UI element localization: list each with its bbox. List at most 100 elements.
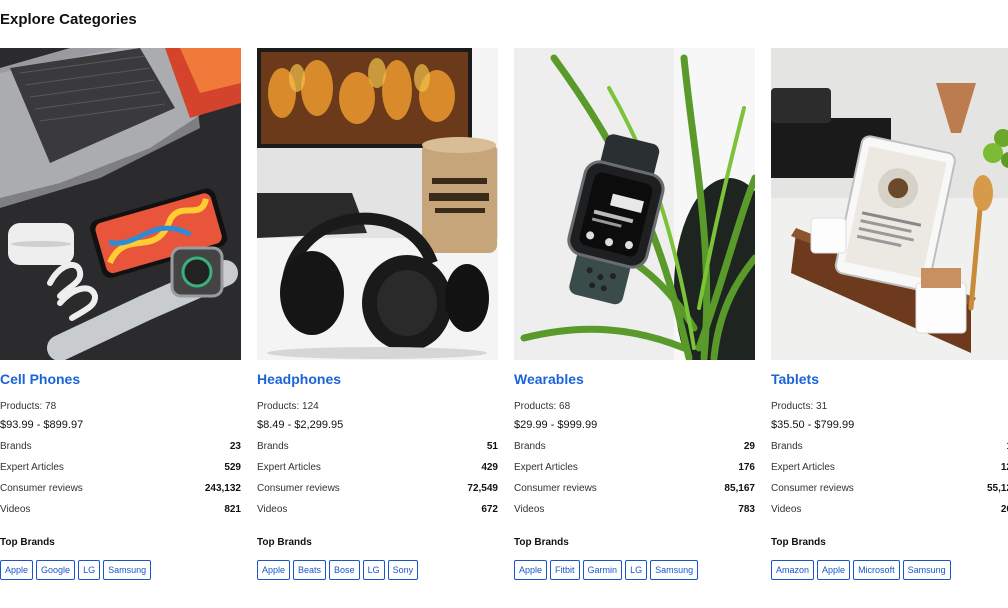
stat-value: 26 [1000, 504, 1008, 515]
stat-row-consumer-reviews: Consumer reviews 243,132 [0, 483, 241, 497]
category-card-headphones: Headphones Products124 $8.49 - $2,299.95… [257, 48, 498, 580]
products-value: 124 [302, 401, 319, 412]
stat-label: Expert Articles [257, 462, 321, 473]
stat-label: Videos [514, 504, 545, 515]
stat-value: 12 [1000, 462, 1008, 473]
stat-row-videos: Videos 26 [771, 504, 1008, 518]
brand-chip[interactable]: Fitbit [550, 560, 580, 580]
stat-row-brands: Brands 51 [257, 441, 498, 455]
stat-label: Expert Articles [771, 462, 835, 473]
brand-chip[interactable]: Samsung [902, 560, 951, 580]
stat-row-expert-articles: Expert Articles 12 [771, 462, 1008, 476]
brand-chip[interactable]: Microsoft [853, 560, 900, 580]
brand-chip[interactable]: Samsung [650, 560, 699, 580]
stat-row-videos: Videos 783 [514, 504, 755, 518]
products-count: Products124 [257, 401, 319, 412]
stat-value: 243,132 [204, 483, 241, 494]
stat-label: Brands [0, 441, 32, 452]
stat-value: 529 [224, 462, 241, 473]
products-label: Products [514, 401, 559, 412]
stat-value: 429 [481, 462, 498, 473]
brand-chip[interactable]: LG [362, 560, 385, 580]
stat-label: Videos [257, 504, 288, 515]
products-label: Products [257, 401, 302, 412]
stat-value: 783 [738, 504, 755, 515]
category-photo-tablets[interactable] [771, 48, 1008, 360]
stat-row-expert-articles: Expert Articles 529 [0, 462, 241, 476]
brand-chip[interactable]: Garmin [582, 560, 623, 580]
brand-chips: Apple Beats Bose LG Sony [257, 560, 421, 580]
category-title[interactable]: Tablets [771, 371, 819, 387]
stat-value: 55,12 [986, 483, 1008, 494]
stat-label: Videos [0, 504, 31, 515]
stat-label: Videos [771, 504, 802, 515]
category-card-wearables: Wearables Products68 $29.99 - $999.99 Br… [514, 48, 755, 580]
stat-label: Expert Articles [514, 462, 578, 473]
price-range: $93.99 - $899.97 [0, 419, 84, 431]
products-label: Products [771, 401, 816, 412]
stat-label: Consumer reviews [514, 483, 597, 494]
stat-value: 72,549 [467, 483, 498, 494]
stat-label: Expert Articles [0, 462, 64, 473]
stat-row-brands: Brands 1 [771, 441, 1008, 455]
stat-row-videos: Videos 672 [257, 504, 498, 518]
products-count: Products31 [771, 401, 827, 412]
category-photo-wearables[interactable] [514, 48, 755, 360]
stat-label: Brands [514, 441, 546, 452]
products-count: Products68 [514, 401, 570, 412]
category-title[interactable]: Cell Phones [0, 371, 80, 387]
stat-row-expert-articles: Expert Articles 176 [514, 462, 755, 476]
stat-value: 85,167 [724, 483, 755, 494]
stat-label: Consumer reviews [771, 483, 854, 494]
stat-value: 672 [481, 504, 498, 515]
category-photo-headphones[interactable] [257, 48, 498, 360]
brand-chip[interactable]: Apple [817, 560, 851, 580]
stat-row-videos: Videos 821 [0, 504, 241, 518]
brand-chip[interactable]: Google [36, 560, 76, 580]
brand-chip[interactable]: LG [625, 560, 648, 580]
stat-label: Brands [771, 441, 803, 452]
stat-value: 821 [224, 504, 241, 515]
products-label: Products [0, 401, 45, 412]
category-photo-cell-phones[interactable] [0, 48, 241, 360]
category-cards: Cell Phones Products78 $93.99 - $899.97 … [0, 48, 1008, 608]
top-brands-heading: Top Brands [771, 537, 826, 548]
stat-row-brands: Brands 29 [514, 441, 755, 455]
stat-value: 176 [738, 462, 755, 473]
stat-label: Consumer reviews [0, 483, 83, 494]
stat-value: 51 [486, 441, 498, 452]
price-range: $35.50 - $799.99 [771, 419, 855, 431]
top-brands-heading: Top Brands [514, 537, 569, 548]
brand-chip[interactable]: Sony [387, 560, 419, 580]
top-brands-heading: Top Brands [257, 537, 312, 548]
stat-row-brands: Brands 23 [0, 441, 241, 455]
products-value: 68 [559, 401, 571, 412]
page-title: Explore Categories [0, 11, 137, 28]
stat-row-consumer-reviews: Consumer reviews 55,12 [771, 483, 1008, 497]
brand-chip[interactable]: Bose [329, 560, 360, 580]
category-title[interactable]: Wearables [514, 371, 584, 387]
brand-chip[interactable]: Samsung [103, 560, 152, 580]
products-value: 31 [816, 401, 828, 412]
brand-chips: Amazon Apple Microsoft Samsung [771, 560, 954, 580]
stat-label: Brands [257, 441, 289, 452]
stat-row-expert-articles: Expert Articles 429 [257, 462, 498, 476]
brand-chips: Apple Google LG Samsung [0, 560, 154, 580]
stat-row-consumer-reviews: Consumer reviews 85,167 [514, 483, 755, 497]
price-range: $8.49 - $2,299.95 [257, 419, 344, 431]
category-card-tablets: Tablets Products31 $35.50 - $799.99 Bran… [771, 48, 1008, 580]
stat-label: Consumer reviews [257, 483, 340, 494]
products-count: Products78 [0, 401, 56, 412]
brand-chip[interactable]: Apple [514, 560, 548, 580]
brand-chip[interactable]: Amazon [771, 560, 815, 580]
brand-chip[interactable]: Apple [0, 560, 34, 580]
stat-value: 23 [229, 441, 241, 452]
top-brands-heading: Top Brands [0, 537, 55, 548]
brand-chip[interactable]: LG [78, 560, 101, 580]
category-card-cell-phones: Cell Phones Products78 $93.99 - $899.97 … [0, 48, 241, 580]
brand-chip[interactable]: Beats [293, 560, 327, 580]
brand-chip[interactable]: Apple [257, 560, 291, 580]
category-title[interactable]: Headphones [257, 371, 341, 387]
products-value: 78 [45, 401, 57, 412]
stat-row-consumer-reviews: Consumer reviews 72,549 [257, 483, 498, 497]
